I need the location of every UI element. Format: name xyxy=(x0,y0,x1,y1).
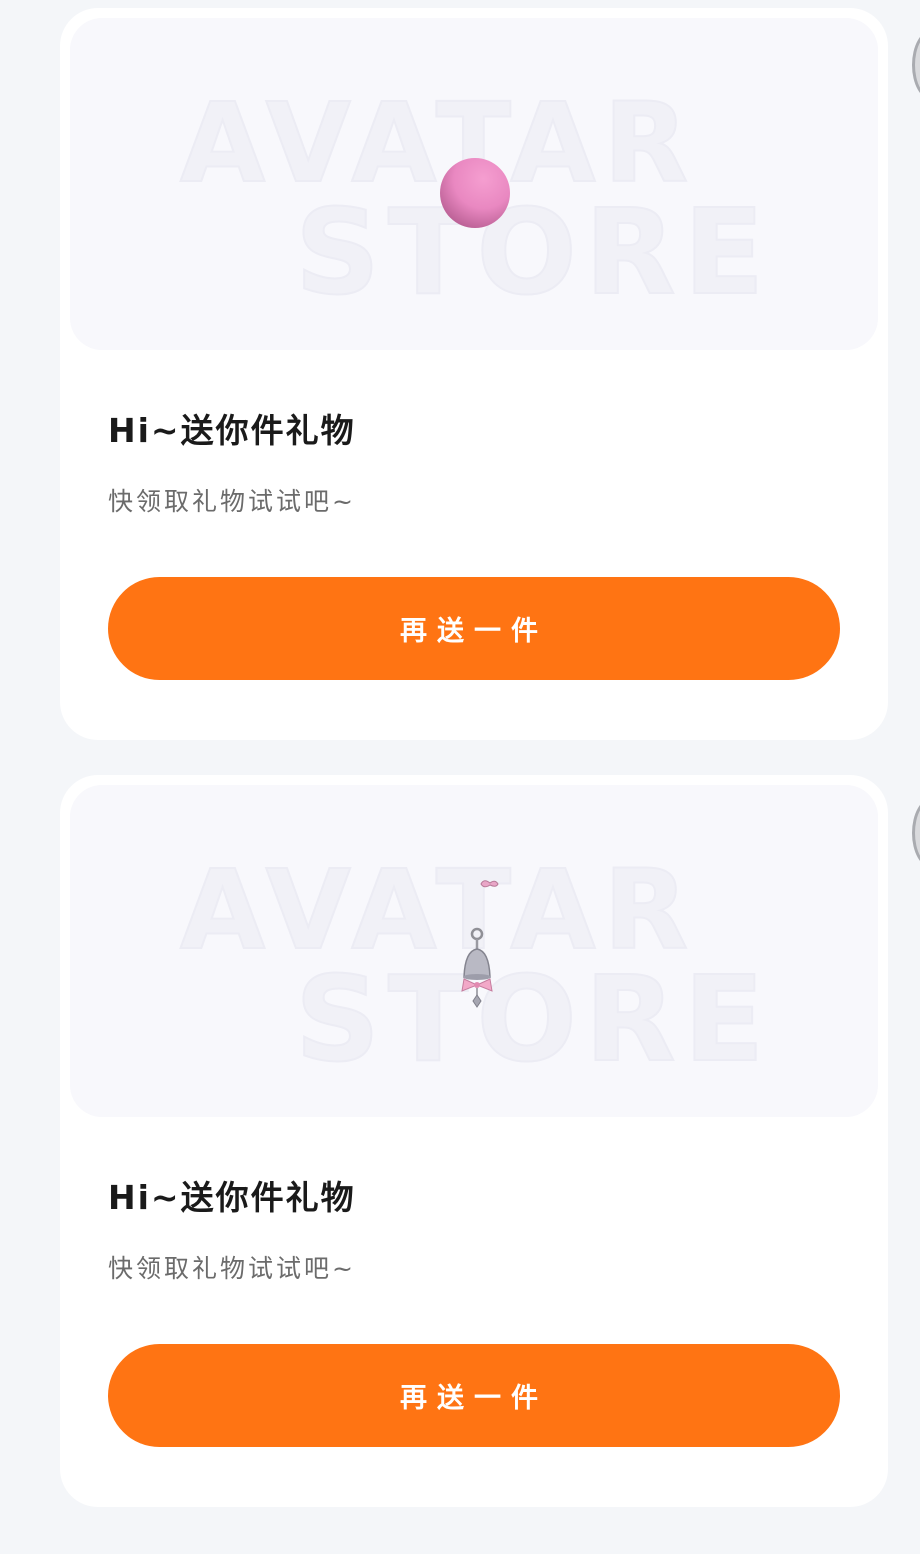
avatar-store-watermark: AVATAR xyxy=(179,79,697,207)
gift-subtitle: 快领取礼物试试吧~ xyxy=(108,487,356,516)
avatar[interactable] xyxy=(912,30,920,100)
send-another-button[interactable]: 再送一件 xyxy=(108,1344,840,1447)
gift-card: AVATAR STORE Hi~送你件礼物 快领取礼物试试吧~ 再送一件 xyxy=(60,8,888,740)
gift-preview[interactable]: AVATAR STORE xyxy=(70,785,878,1117)
avatar-store-watermark: STORE xyxy=(294,950,773,1088)
send-another-button[interactable]: 再送一件 xyxy=(108,577,840,680)
gift-title: Hi~送你件礼物 xyxy=(108,411,356,450)
gift-subtitle: 快领取礼物试试吧~ xyxy=(108,1254,356,1283)
gift-title: Hi~送你件礼物 xyxy=(108,1178,356,1217)
pink-ball-icon xyxy=(440,158,510,228)
gift-card: AVATAR STORE Hi~送你件礼物 快领取礼物试试吧~ 再送一件 xyxy=(60,775,888,1507)
avatar[interactable] xyxy=(912,798,920,868)
avatar-store-watermark: AVATAR xyxy=(179,846,697,974)
bell-charm-icon xyxy=(461,880,499,1008)
avatar-store-watermark: STORE xyxy=(294,183,773,321)
gift-preview[interactable]: AVATAR STORE xyxy=(70,18,878,350)
